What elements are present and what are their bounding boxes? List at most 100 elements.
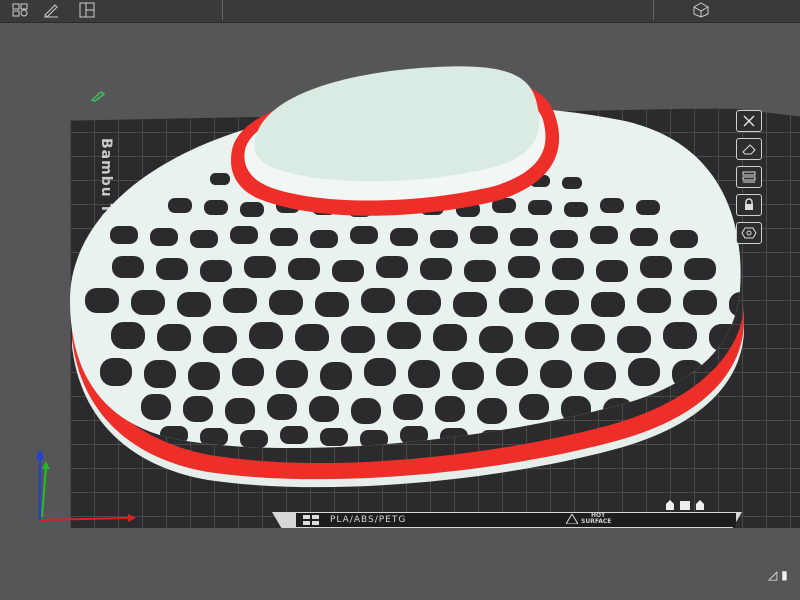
lattice-hole <box>528 200 552 215</box>
lattice-hole <box>200 428 228 446</box>
settings-hex-icon <box>741 227 757 239</box>
lattice-hole <box>320 428 348 446</box>
lattice-hole <box>270 228 298 246</box>
lattice-hole <box>240 430 268 448</box>
lattice-hole <box>628 358 660 386</box>
lattice-hole <box>729 292 741 317</box>
lattice-hole <box>596 260 628 282</box>
lattice-hole <box>684 258 716 280</box>
lattice-hole <box>562 177 582 189</box>
lattice-hole <box>571 324 605 351</box>
lattice-hole <box>430 230 458 248</box>
lattice-hole <box>525 322 559 349</box>
layers-icon <box>742 171 756 183</box>
lattice-hole <box>249 322 283 349</box>
lattice-hole <box>364 358 396 386</box>
lattice-hole <box>584 362 616 390</box>
lattice-hole <box>310 230 338 248</box>
lattice-hole <box>332 260 364 282</box>
lattice-hole <box>210 173 230 185</box>
lattice-hole <box>361 288 395 313</box>
lattice-hole <box>519 394 549 420</box>
lattice-hole <box>400 426 428 444</box>
lattice-hole <box>168 198 192 213</box>
lattice-hole <box>433 324 467 351</box>
warning-line2: SURFACE <box>581 518 612 525</box>
material-label: PLA/ABS/PETG <box>330 515 407 525</box>
eraser-icon <box>742 144 756 155</box>
system-tray: ◿ ▮ <box>768 568 788 582</box>
lattice-hole <box>177 292 211 317</box>
lattice-hole <box>350 226 378 244</box>
lattice-hole <box>387 322 421 349</box>
lattice-hole <box>640 256 672 278</box>
lattice-hole <box>280 426 308 444</box>
close-tool-button[interactable] <box>736 110 762 132</box>
lattice-hole <box>561 396 591 422</box>
lattice-hole <box>295 324 329 351</box>
lattice-hole <box>112 256 144 278</box>
lattice-hole <box>190 230 218 248</box>
lattice-hole <box>276 360 308 388</box>
lattice-hole <box>157 324 191 351</box>
lattice-hole <box>141 394 171 420</box>
close-icon <box>743 115 755 127</box>
lattice-hole <box>545 290 579 315</box>
lattice-hole <box>225 398 255 424</box>
lattice-hole <box>440 428 468 446</box>
lattice-hole <box>244 256 276 278</box>
lattice-hole <box>200 260 232 282</box>
lattice-hole <box>617 326 651 353</box>
lattice-hole <box>144 360 176 388</box>
lattice-hole <box>407 290 441 315</box>
plate-info-bar: PLA/ABS/PETG <box>296 513 736 527</box>
lattice-hole <box>376 256 408 278</box>
lattice-hole <box>267 394 297 420</box>
lattice-hole <box>508 256 540 278</box>
lattice-hole <box>453 292 487 317</box>
lattice-hole <box>315 292 349 317</box>
lattice-hole <box>452 362 484 390</box>
top-pad <box>254 66 540 182</box>
eraser-tool-button[interactable] <box>736 138 762 160</box>
lock-icon <box>745 198 753 210</box>
lattice-hole <box>663 322 697 349</box>
lattice-hole <box>232 358 264 386</box>
lattice-hole <box>230 226 258 244</box>
lattice-hole <box>564 202 588 217</box>
lattice-hole <box>150 228 178 246</box>
lattice-hole <box>510 228 538 246</box>
lattice-hole <box>637 288 671 313</box>
lattice-hole <box>223 288 257 313</box>
lattice-hole <box>683 290 717 315</box>
lattice-hole <box>600 198 624 213</box>
lattice-hole <box>85 288 119 313</box>
lattice-hole <box>591 292 625 317</box>
settings-tool-button[interactable] <box>736 222 762 244</box>
lattice-hole <box>408 360 440 388</box>
lattice-hole <box>670 230 698 248</box>
lattice-hole <box>288 258 320 280</box>
layers-tool-button[interactable] <box>736 166 762 188</box>
lattice-hole <box>100 358 132 386</box>
lattice-hole <box>240 202 264 217</box>
lattice-hole <box>204 200 228 215</box>
lattice-hole <box>269 290 303 315</box>
lattice-hole <box>203 326 237 353</box>
lattice-hole <box>341 326 375 353</box>
lattice-hole <box>496 358 528 386</box>
lattice-hole <box>552 258 584 280</box>
lattice-hole <box>479 326 513 353</box>
lattice-hole <box>636 200 660 215</box>
lattice-hole <box>188 362 220 390</box>
lattice-hole <box>131 290 165 315</box>
lattice-hole <box>156 258 188 280</box>
battery-icon: ▮ <box>781 568 788 582</box>
axis-gizmo <box>36 449 136 522</box>
lattice-hole <box>111 322 145 349</box>
lattice-hole <box>351 398 381 424</box>
lattice-hole <box>550 230 578 248</box>
lattice-hole <box>470 226 498 244</box>
lattice-hole <box>360 430 388 448</box>
lock-tool-button[interactable] <box>736 194 762 216</box>
